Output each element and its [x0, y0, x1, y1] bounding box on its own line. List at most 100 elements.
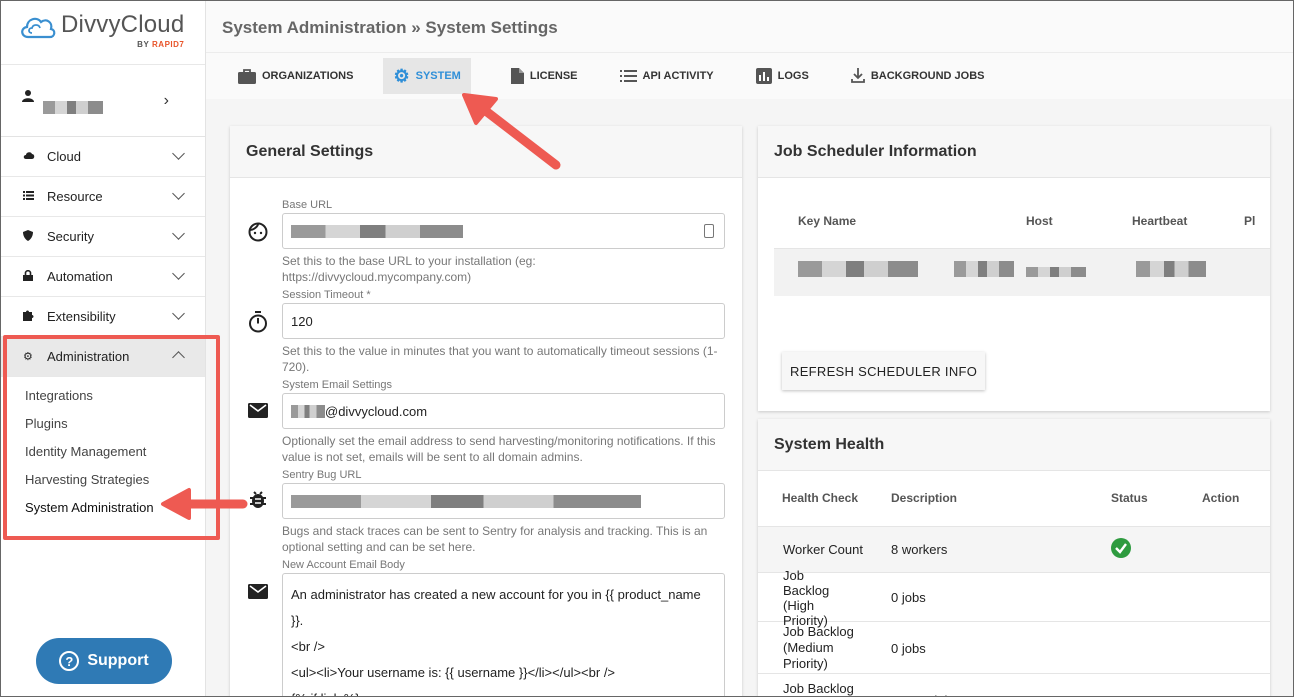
sentry-bug-field: Sentry Bug URL Bugs and stack traces can…: [282, 469, 725, 555]
health-description: 21,644 jobs: [891, 681, 1111, 696]
field-help: Bugs and stack traces can be sent to Sen…: [282, 524, 708, 554]
table-row: Job Backlog (Medium Priority) 0 jobs: [758, 623, 1270, 674]
base-url-input[interactable]: [282, 213, 725, 249]
textarea-line: An administrator has created a new accou…: [291, 587, 701, 628]
nav-label: Administration: [47, 349, 130, 364]
bar-chart-icon: [755, 68, 772, 84]
chevron-down-icon: [172, 307, 185, 320]
help-icon: ?: [59, 651, 80, 671]
download-icon: [850, 68, 865, 84]
app-window: DivvyCloud BY RAPID7 › Cloud Resource Se…: [0, 0, 1294, 697]
logo[interactable]: DivvyCloud BY RAPID7: [1, 1, 205, 65]
field-help: Set this to the value in minutes that yo…: [282, 344, 718, 374]
support-button[interactable]: ? Support: [36, 638, 172, 684]
column-header: Key Name: [798, 214, 857, 228]
support-label: Support: [87, 652, 149, 669]
nav-label: Cloud: [47, 149, 81, 164]
tab-organizations[interactable]: ORGANIZATIONS: [236, 58, 355, 94]
chevron-down-icon: [172, 147, 185, 160]
shield-icon: [23, 229, 47, 244]
email-icon: [248, 403, 268, 418]
briefcase-icon: [238, 68, 256, 84]
new-account-email-field: New Account Email Body An administrator …: [282, 559, 725, 696]
brand-name: DivvyCloud: [61, 11, 185, 38]
tab-label: LICENSE: [529, 70, 578, 82]
host-redacted: [1026, 267, 1086, 277]
field-help: Optionally set the email address to send…: [282, 434, 716, 464]
key-name-redacted: [954, 261, 1014, 277]
nav-security[interactable]: Security: [1, 217, 205, 257]
column-header: Health Check: [782, 491, 859, 505]
nav-cloud[interactable]: Cloud: [1, 137, 205, 177]
health-description: 0 jobs: [891, 590, 926, 605]
document-icon: [510, 68, 524, 84]
sentry-bug-input[interactable]: [282, 483, 725, 519]
chevron-down-icon: [172, 267, 185, 280]
field-label: Session Timeout *: [282, 289, 371, 301]
user-menu[interactable]: ›: [1, 65, 205, 137]
subnav-integrations[interactable]: Integrations: [1, 381, 205, 409]
tab-license[interactable]: LICENSE: [509, 58, 580, 94]
subnav-system-administration[interactable]: System Administration: [1, 493, 205, 521]
column-header: Host: [1026, 214, 1053, 228]
nav-automation[interactable]: Automation: [1, 257, 205, 297]
textarea-line: <br />: [291, 639, 325, 654]
health-description: 8 workers: [891, 542, 948, 557]
column-header: Description: [891, 491, 958, 505]
cloud-logo-icon: [21, 17, 56, 39]
tab-label: BACKGROUND JOBS: [870, 70, 985, 82]
table-row: Worker Count 8 workers: [758, 526, 1270, 573]
chevron-right-icon[interactable]: ›: [164, 92, 169, 110]
system-email-field: System Email Settings @divvycloud.com Op…: [282, 379, 725, 465]
admin-submenu: Integrations Plugins Identity Management…: [1, 377, 205, 521]
email-domain: @divvycloud.com: [325, 403, 428, 419]
subnav-plugins[interactable]: Plugins: [1, 409, 205, 437]
system-health-card: System Health Health Check Description S…: [758, 419, 1270, 696]
email-icon: [248, 584, 268, 599]
field-label: System Email Settings: [282, 379, 393, 391]
tab-background-jobs[interactable]: BACKGROUND JOBS: [849, 58, 987, 94]
system-email-input[interactable]: @divvycloud.com: [282, 393, 725, 429]
chevron-down-icon: [172, 227, 185, 240]
gear-icon: ⚙: [23, 351, 33, 363]
nav-extensibility[interactable]: Extensibility: [1, 297, 205, 337]
tab-api-activity[interactable]: API ACTIVITY: [618, 58, 716, 94]
table-row: Job Backlog (High Priority) 0 jobs: [758, 568, 1270, 628]
face-icon: [248, 222, 268, 242]
tab-label: SYSTEM: [415, 70, 461, 82]
table-row: [774, 248, 1270, 296]
column-header: Status: [1111, 491, 1148, 505]
field-help: Set this to the base URL to your install…: [282, 254, 536, 284]
nav-resource[interactable]: Resource: [1, 177, 205, 217]
tab-label: API ACTIVITY: [642, 70, 714, 82]
card-title: System Health: [758, 419, 1270, 471]
health-check: Job Backlog: [783, 681, 854, 696]
subnav-identity-management[interactable]: Identity Management: [1, 437, 205, 465]
url-redacted: [291, 224, 463, 238]
chevron-down-icon: [172, 187, 185, 200]
refresh-scheduler-button[interactable]: REFRESH SCHEDULER INFO: [782, 352, 986, 390]
session-timeout-input[interactable]: 120: [282, 303, 725, 339]
nav-label: Resource: [47, 189, 103, 204]
health-check: Job Backlog (High Priority): [783, 567, 830, 628]
job-scheduler-card: Job Scheduler Information Key Name Host …: [758, 126, 1270, 411]
health-check: Worker Count: [783, 542, 863, 557]
key-name-redacted: [798, 261, 918, 277]
base-url-field: Base URL Set this to the base URL to you…: [282, 199, 725, 285]
tab-system[interactable]: ⚙ SYSTEM: [383, 58, 471, 94]
list-icon: [23, 190, 47, 203]
general-settings-card: General Settings Base URL Set this to th…: [230, 126, 742, 696]
email-redacted: [291, 404, 325, 418]
list-icon: [619, 70, 637, 82]
nav-administration[interactable]: ⚙ Administration: [1, 337, 205, 377]
health-table-header: Health Check Description Status Action: [782, 491, 1270, 505]
password-manager-icon[interactable]: [704, 224, 714, 238]
heartbeat-redacted: [1136, 261, 1206, 277]
tab-logs[interactable]: LOGS: [754, 58, 811, 94]
new-account-email-textarea[interactable]: An administrator has created a new accou…: [282, 573, 725, 696]
tab-label: LOGS: [777, 70, 809, 82]
column-header: Pl: [1244, 214, 1256, 228]
subnav-harvesting-strategies[interactable]: Harvesting Strategies: [1, 465, 205, 493]
cloud-icon: [23, 151, 47, 163]
brand-vendor: BY RAPID7: [137, 40, 185, 49]
